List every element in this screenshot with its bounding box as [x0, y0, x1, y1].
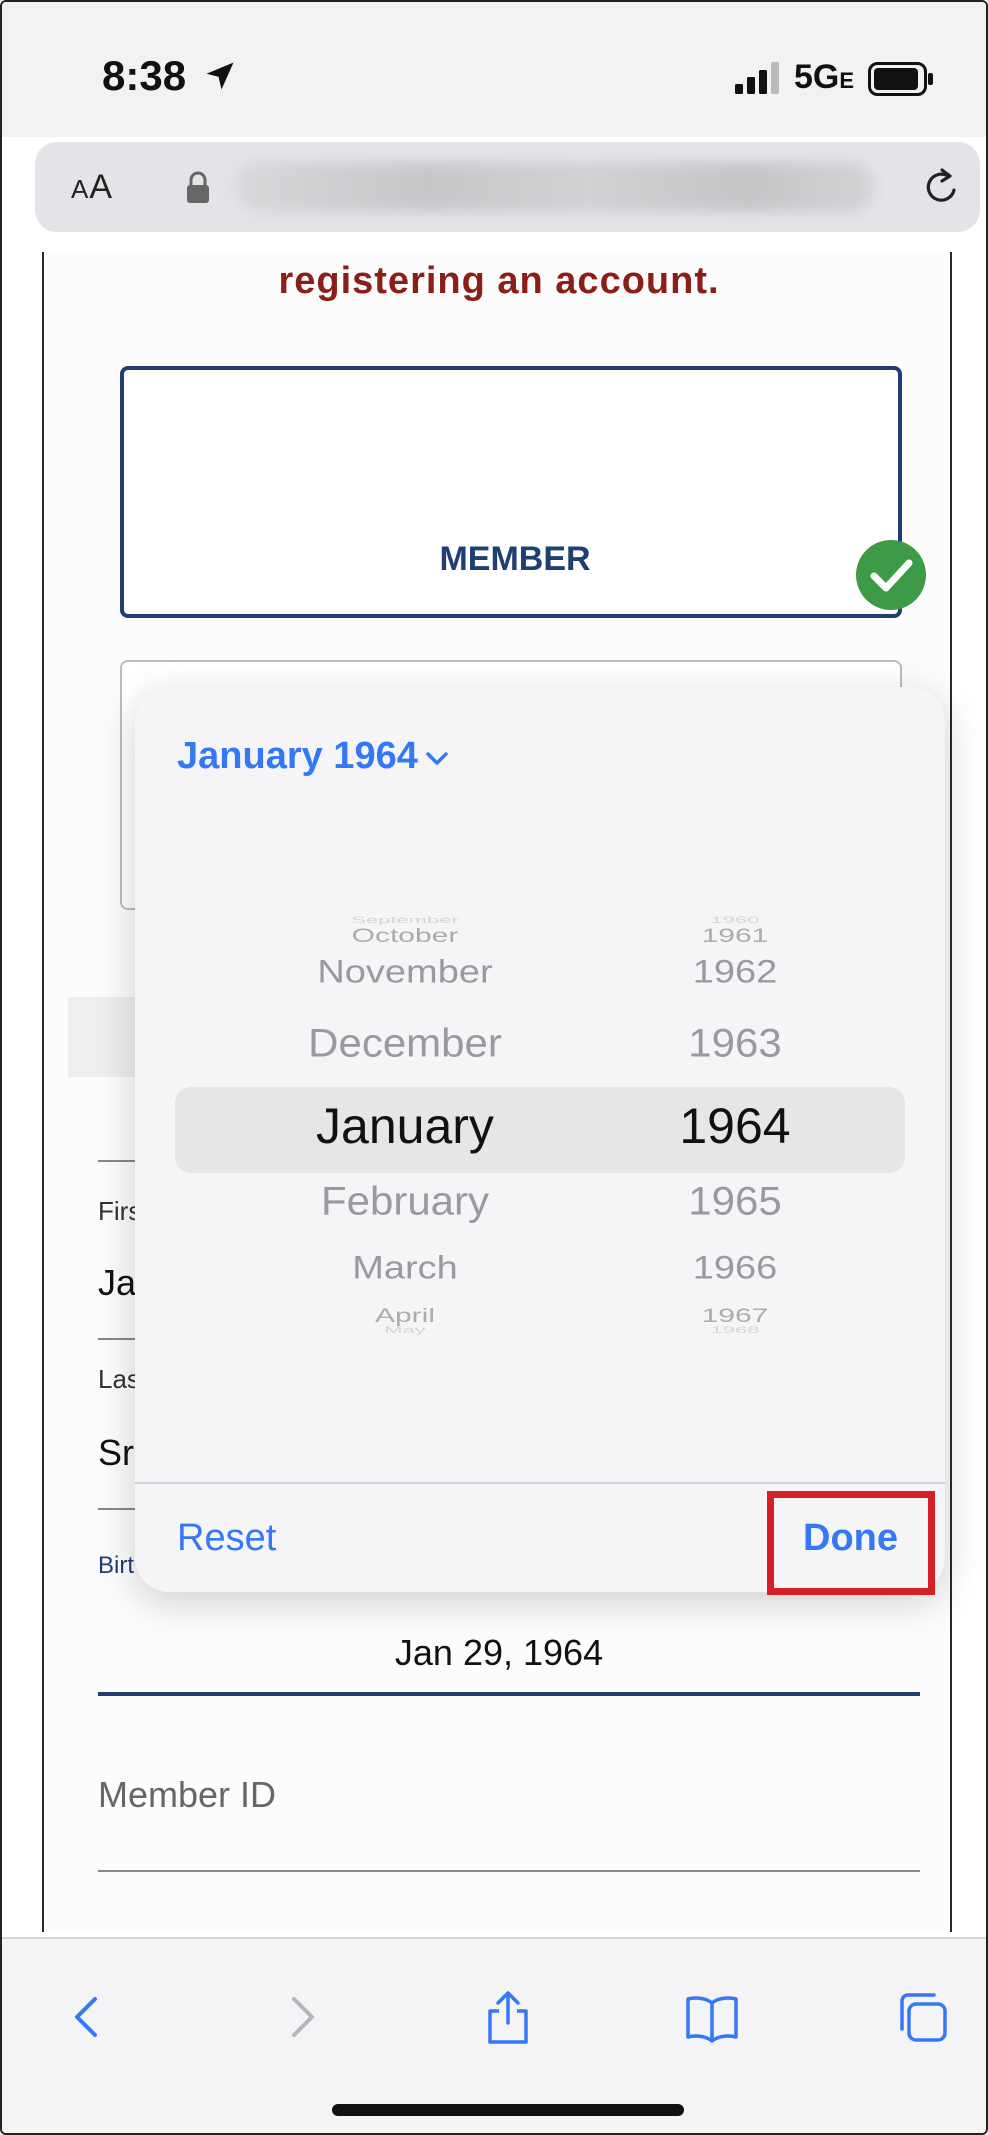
reset-button[interactable]: Reset	[177, 1517, 276, 1560]
lock-icon	[187, 171, 209, 203]
birthdate-underline	[98, 1692, 920, 1696]
member-id-field[interactable]: Member ID	[98, 1774, 276, 1816]
text-size-large: A	[89, 168, 114, 206]
signal-icon	[735, 62, 779, 94]
checkmark-icon	[856, 540, 926, 610]
month-option: December	[308, 1020, 502, 1065]
year-option: 1963	[688, 1020, 782, 1065]
month-option: November	[317, 954, 493, 990]
done-highlight-box	[767, 1491, 935, 1595]
status-time: 8:38	[102, 52, 187, 99]
member-option-card[interactable]: MEMBER	[120, 366, 926, 618]
network-label: 5G	[794, 58, 840, 96]
birthdate-label: Birt	[98, 1552, 134, 1579]
year-option-selected: 1964	[679, 1098, 791, 1154]
wheel-row[interactable]: March 1966	[175, 1247, 905, 1307]
picker-divider	[135, 1482, 945, 1484]
wheel-row[interactable]: November 1962	[175, 951, 905, 1011]
forward-icon[interactable]	[272, 1987, 332, 2047]
month-year-toggle[interactable]: January 1964	[177, 735, 450, 778]
field-divider	[98, 1338, 138, 1340]
chevron-down-icon	[426, 752, 448, 765]
tabs-icon[interactable]	[892, 1987, 952, 2047]
member-card-label: MEMBER	[439, 540, 591, 578]
year-option: 1965	[688, 1178, 782, 1223]
wheel-row-selected[interactable]: January 1964	[175, 1097, 905, 1157]
month-option: February	[320, 1178, 490, 1223]
network-type: 5GE	[794, 58, 854, 97]
date-wheel[interactable]: September 1960 October 1961 November 196…	[175, 907, 905, 1367]
last-name-value[interactable]: Sr	[98, 1432, 134, 1474]
url-field-blurred[interactable]	[235, 162, 875, 212]
share-icon[interactable]	[478, 1987, 538, 2047]
network-suffix: E	[839, 68, 855, 93]
year-option: 1961	[701, 924, 769, 947]
phone-screen: 8:38 5GE AA registering an account. MEMB…	[0, 0, 988, 2135]
picker-header-label: January 1964	[177, 735, 418, 777]
reload-icon[interactable]	[920, 164, 964, 210]
wheel-row[interactable]: May 1968	[175, 1317, 905, 1377]
year-option: 1968	[710, 1324, 760, 1335]
wheel-row[interactable]: February 1965	[175, 1177, 905, 1237]
text-size-small: A	[71, 174, 90, 204]
month-option: October	[351, 924, 459, 947]
year-option: 1962	[692, 954, 778, 990]
back-icon[interactable]	[57, 1987, 117, 2047]
text-size-button[interactable]: AA	[71, 168, 113, 207]
member-id-underline	[98, 1870, 920, 1872]
location-arrow-icon	[206, 62, 234, 90]
birthdate-field[interactable]: Jan 29, 1964	[44, 1632, 954, 1674]
wheel-row[interactable]: December 1963	[175, 1019, 905, 1079]
warning-text: registering an account.	[278, 260, 720, 302]
status-bar: 8:38 5GE	[2, 2, 986, 137]
battery-icon	[868, 62, 933, 96]
last-name-label: Las	[98, 1364, 140, 1394]
date-picker-popup: January 1964 September 1960 October 1961…	[135, 687, 945, 1592]
home-indicator	[332, 2104, 684, 2116]
month-option-selected: January	[316, 1098, 494, 1154]
year-option: 1966	[692, 1250, 778, 1286]
bookmarks-icon[interactable]	[682, 1987, 742, 2047]
month-option: March	[352, 1250, 458, 1286]
month-option: May	[384, 1324, 426, 1335]
field-divider	[98, 1508, 138, 1510]
field-divider	[98, 1160, 138, 1162]
address-bar[interactable]: AA	[35, 142, 980, 232]
first-name-value[interactable]: Ja	[98, 1262, 136, 1304]
